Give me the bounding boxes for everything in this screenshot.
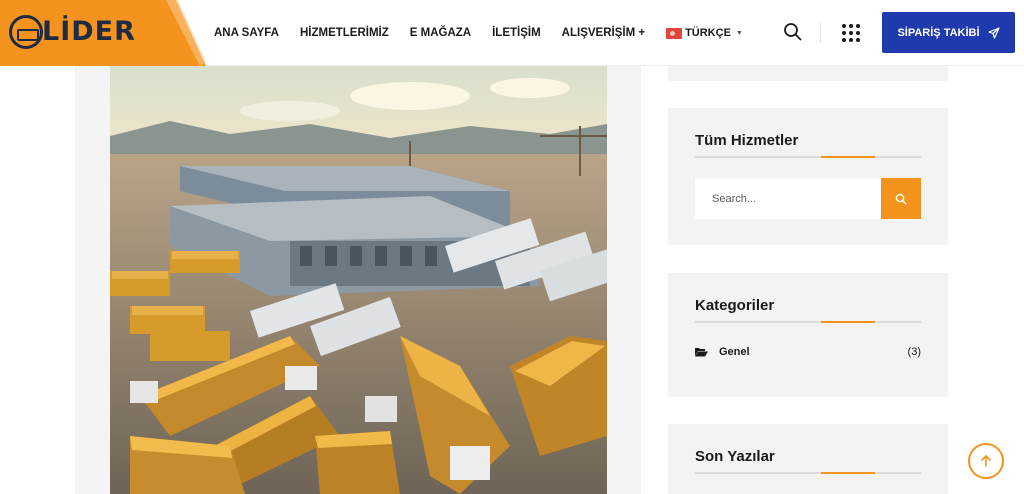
scroll-to-top-button[interactable] xyxy=(968,443,1004,479)
language-selector[interactable]: TÜRKÇE ▼ xyxy=(666,27,743,39)
site-logo[interactable]: LİDER xyxy=(0,0,206,66)
header-divider xyxy=(820,23,821,43)
nav-item-services[interactable]: HİZMETLERİMİZ xyxy=(300,27,389,39)
recent-posts-title: Son Yazılar xyxy=(695,448,775,465)
category-name: Genel xyxy=(719,346,750,358)
send-icon xyxy=(987,26,1000,39)
caret-down-icon: ▼ xyxy=(735,29,743,37)
order-tracking-label: SİPARİŞ TAKİBİ xyxy=(897,26,980,39)
logistics-hub-illustration xyxy=(110,66,607,494)
nav-item-store[interactable]: E MAĞAZA xyxy=(410,27,471,39)
categories-widget: Kategoriler Genel (3) xyxy=(668,273,948,397)
services-widget: Tüm Hizmetler xyxy=(668,108,948,245)
category-item-genel[interactable]: Genel (3) xyxy=(695,344,921,360)
categories-widget-title: Kategoriler xyxy=(695,297,775,314)
services-search-input[interactable] xyxy=(695,178,881,219)
folder-open-icon xyxy=(695,348,708,357)
language-label: TÜRKÇE xyxy=(685,27,731,39)
nav-item-shopping[interactable]: ALIŞVERİŞİM + xyxy=(562,27,645,39)
turkey-flag-icon xyxy=(666,27,683,39)
recent-posts-title-underline xyxy=(695,472,921,474)
hero-image xyxy=(110,66,607,494)
services-search xyxy=(695,178,921,219)
nav-item-contact[interactable]: İLETİŞİM xyxy=(492,27,541,39)
header-search-button[interactable] xyxy=(783,22,803,42)
order-tracking-button[interactable]: SİPARİŞ TAKİBİ xyxy=(882,12,1015,53)
arrow-up-icon xyxy=(981,455,991,467)
site-header: LİDER ANA SAYFA HİZMETLERİMİZ E MAĞAZA İ… xyxy=(0,0,1024,66)
grid-menu-icon[interactable] xyxy=(842,24,860,42)
categories-title-underline xyxy=(695,321,921,323)
main-nav: ANA SAYFA HİZMETLERİMİZ E MAĞAZA İLETİŞİ… xyxy=(214,0,743,66)
services-title-underline xyxy=(695,156,921,158)
logo-emblem-icon xyxy=(9,15,43,49)
nav-item-home[interactable]: ANA SAYFA xyxy=(214,27,279,39)
search-icon xyxy=(784,23,802,41)
services-search-button[interactable] xyxy=(881,178,921,219)
category-count: (3) xyxy=(907,346,921,358)
recent-posts-widget: Son Yazılar xyxy=(668,424,948,494)
search-icon xyxy=(895,193,907,205)
services-widget-title: Tüm Hizmetler xyxy=(695,132,799,149)
logo-text: LİDER xyxy=(42,16,136,47)
sidebar-widget-top xyxy=(668,66,948,81)
